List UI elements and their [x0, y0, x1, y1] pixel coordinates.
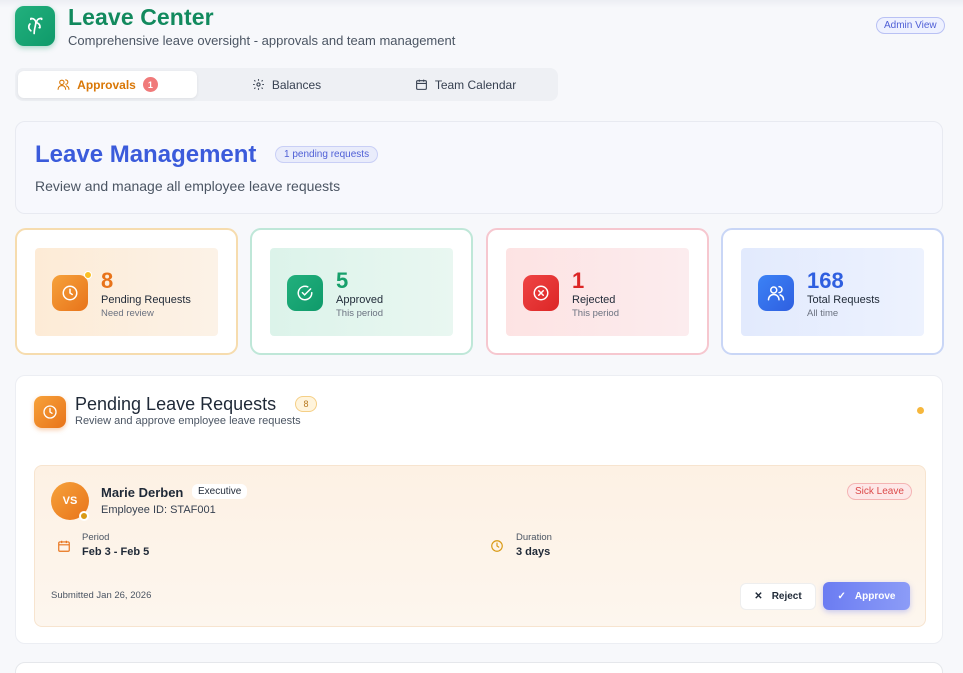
stat-value: 168: [807, 268, 844, 293]
stat-hint: All time: [807, 308, 839, 319]
stat-card-approved[interactable]: 5 Approved This period: [250, 228, 473, 355]
tab-team-calendar-label: Team Calendar: [434, 77, 517, 92]
check-circle-icon: [287, 275, 323, 311]
x-circle-icon: [523, 275, 559, 311]
stat-label: Pending Requests: [101, 294, 191, 306]
section-title: Pending Leave Requests: [75, 394, 277, 414]
leave-type-badge: Sick Leave: [847, 483, 912, 500]
duration-label: Duration: [516, 532, 552, 543]
pending-requests-panel: Pending Leave Requests 8 Review and appr…: [15, 375, 943, 644]
users-icon: [57, 79, 70, 90]
app-subtitle: Comprehensive leave oversight - approval…: [68, 33, 456, 48]
admin-view-badge: Admin View: [876, 17, 945, 34]
pending-requests-chip: 1 pending requests: [275, 146, 379, 163]
employee-name: Marie Derben: [101, 485, 184, 500]
tab-balances[interactable]: Balances: [197, 71, 376, 98]
reject-label: Reject: [771, 591, 802, 602]
period-value: Feb 3 - Feb 5: [82, 546, 150, 558]
tab-approvals-label: Approvals: [77, 77, 136, 92]
page-title: Leave Management: [35, 141, 257, 168]
stat-value: 1: [572, 268, 585, 293]
employee-id: Employee ID: STAF001: [101, 504, 216, 516]
stat-label: Total Requests: [807, 294, 880, 306]
next-section-card: [15, 662, 943, 673]
period-label: Period: [82, 532, 110, 543]
submitted-date: Submitted Jan 26, 2026: [51, 590, 152, 601]
section-subtitle: Review and approve employee leave reques…: [75, 415, 301, 427]
palm-tree-icon: [15, 6, 55, 46]
tab-approvals[interactable]: Approvals 1: [18, 71, 197, 98]
clock-icon: [34, 396, 66, 428]
alert-dot: [84, 271, 92, 279]
users-icon: [758, 275, 794, 311]
stat-value: 8: [101, 268, 114, 293]
stat-hint: This period: [336, 308, 383, 319]
stat-hint: This period: [572, 308, 619, 319]
stat-card-rejected[interactable]: 1 Rejected This period: [486, 228, 709, 355]
reject-button[interactable]: ✕ Reject: [740, 583, 816, 610]
tab-balances-label: Balances: [271, 77, 322, 92]
stat-label: Approved: [336, 294, 384, 306]
approve-button[interactable]: ✓ Approve: [823, 582, 910, 610]
close-icon: ✕: [754, 591, 763, 602]
leave-request-card: VS Marie Derben Executive Employee ID: S…: [34, 465, 926, 627]
status-dot: [917, 407, 924, 414]
stat-card-total[interactable]: 168 Total Requests All time: [721, 228, 944, 355]
app-title: Leave Center: [68, 4, 214, 30]
tab-team-calendar[interactable]: Team Calendar: [376, 71, 555, 98]
approve-label: Approve: [854, 590, 896, 602]
gear-icon: [252, 79, 264, 90]
clock-icon: [52, 271, 92, 311]
avatar-status-dot: [79, 511, 89, 521]
tab-approvals-count: 1: [142, 77, 158, 92]
stat-hint: Need review: [101, 308, 154, 319]
duration-value: 3 days: [516, 546, 551, 558]
page-subtitle: Review and manage all employee leave req…: [35, 178, 341, 194]
leave-management-panel: Leave Management 1 pending requests Revi…: [15, 121, 943, 214]
calendar-icon: [58, 540, 70, 552]
check-icon: ✓: [837, 590, 846, 602]
employee-role-badge: Executive: [192, 484, 248, 499]
calendar-icon: [415, 79, 427, 90]
stat-label: Rejected: [572, 294, 616, 306]
tab-bar: Approvals 1 Balances Team Calendar: [15, 68, 558, 101]
pending-count-badge: 8: [295, 396, 317, 412]
stat-value: 5: [336, 268, 349, 293]
stat-card-pending[interactable]: 8 Pending Requests Need review: [15, 228, 238, 355]
clock-icon: [491, 540, 503, 552]
